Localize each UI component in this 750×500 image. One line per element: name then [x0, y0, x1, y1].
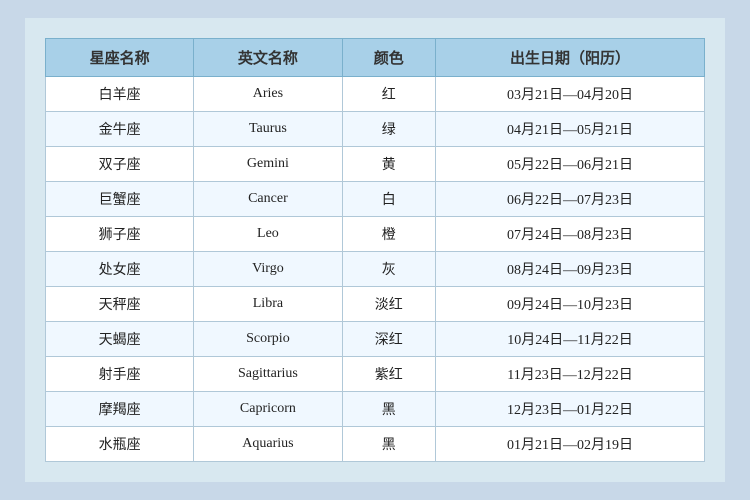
cell-3-1: Cancer [194, 182, 342, 217]
table-row: 巨蟹座Cancer白06月22日—07月23日 [46, 182, 705, 217]
cell-8-0: 射手座 [46, 357, 194, 392]
table-row: 白羊座Aries红03月21日—04月20日 [46, 77, 705, 112]
cell-5-2: 灰 [342, 252, 435, 287]
table-row: 金牛座Taurus绿04月21日—05月21日 [46, 112, 705, 147]
cell-0-2: 红 [342, 77, 435, 112]
table-row: 射手座Sagittarius紫红11月23日—12月22日 [46, 357, 705, 392]
cell-4-3: 07月24日—08月23日 [435, 217, 704, 252]
cell-7-1: Scorpio [194, 322, 342, 357]
table-row: 双子座Gemini黄05月22日—06月21日 [46, 147, 705, 182]
col-header-2: 颜色 [342, 39, 435, 77]
cell-7-2: 深红 [342, 322, 435, 357]
col-header-3: 出生日期（阳历） [435, 39, 704, 77]
cell-4-2: 橙 [342, 217, 435, 252]
table-header-row: 星座名称英文名称颜色出生日期（阳历） [46, 39, 705, 77]
cell-8-2: 紫红 [342, 357, 435, 392]
cell-9-2: 黑 [342, 392, 435, 427]
table-row: 摩羯座Capricorn黑12月23日—01月22日 [46, 392, 705, 427]
cell-7-3: 10月24日—11月22日 [435, 322, 704, 357]
cell-10-3: 01月21日—02月19日 [435, 427, 704, 462]
cell-3-0: 巨蟹座 [46, 182, 194, 217]
table-row: 天蝎座Scorpio深红10月24日—11月22日 [46, 322, 705, 357]
col-header-1: 英文名称 [194, 39, 342, 77]
cell-8-1: Sagittarius [194, 357, 342, 392]
cell-4-1: Leo [194, 217, 342, 252]
cell-1-2: 绿 [342, 112, 435, 147]
cell-6-2: 淡红 [342, 287, 435, 322]
cell-7-0: 天蝎座 [46, 322, 194, 357]
table-row: 天秤座Libra淡红09月24日—10月23日 [46, 287, 705, 322]
table-row: 狮子座Leo橙07月24日—08月23日 [46, 217, 705, 252]
cell-9-3: 12月23日—01月22日 [435, 392, 704, 427]
cell-5-3: 08月24日—09月23日 [435, 252, 704, 287]
cell-0-0: 白羊座 [46, 77, 194, 112]
cell-9-0: 摩羯座 [46, 392, 194, 427]
cell-6-0: 天秤座 [46, 287, 194, 322]
cell-5-0: 处女座 [46, 252, 194, 287]
cell-2-3: 05月22日—06月21日 [435, 147, 704, 182]
cell-1-1: Taurus [194, 112, 342, 147]
table-row: 处女座Virgo灰08月24日—09月23日 [46, 252, 705, 287]
cell-3-3: 06月22日—07月23日 [435, 182, 704, 217]
cell-3-2: 白 [342, 182, 435, 217]
cell-5-1: Virgo [194, 252, 342, 287]
cell-10-0: 水瓶座 [46, 427, 194, 462]
cell-6-3: 09月24日—10月23日 [435, 287, 704, 322]
cell-1-3: 04月21日—05月21日 [435, 112, 704, 147]
col-header-0: 星座名称 [46, 39, 194, 77]
cell-2-1: Gemini [194, 147, 342, 182]
cell-6-1: Libra [194, 287, 342, 322]
cell-2-2: 黄 [342, 147, 435, 182]
cell-1-0: 金牛座 [46, 112, 194, 147]
cell-0-3: 03月21日—04月20日 [435, 77, 704, 112]
cell-10-1: Aquarius [194, 427, 342, 462]
main-container: 星座名称英文名称颜色出生日期（阳历） 白羊座Aries红03月21日—04月20… [25, 18, 725, 482]
cell-4-0: 狮子座 [46, 217, 194, 252]
cell-10-2: 黑 [342, 427, 435, 462]
cell-2-0: 双子座 [46, 147, 194, 182]
cell-9-1: Capricorn [194, 392, 342, 427]
cell-0-1: Aries [194, 77, 342, 112]
cell-8-3: 11月23日—12月22日 [435, 357, 704, 392]
table-row: 水瓶座Aquarius黑01月21日—02月19日 [46, 427, 705, 462]
zodiac-table: 星座名称英文名称颜色出生日期（阳历） 白羊座Aries红03月21日—04月20… [45, 38, 705, 462]
